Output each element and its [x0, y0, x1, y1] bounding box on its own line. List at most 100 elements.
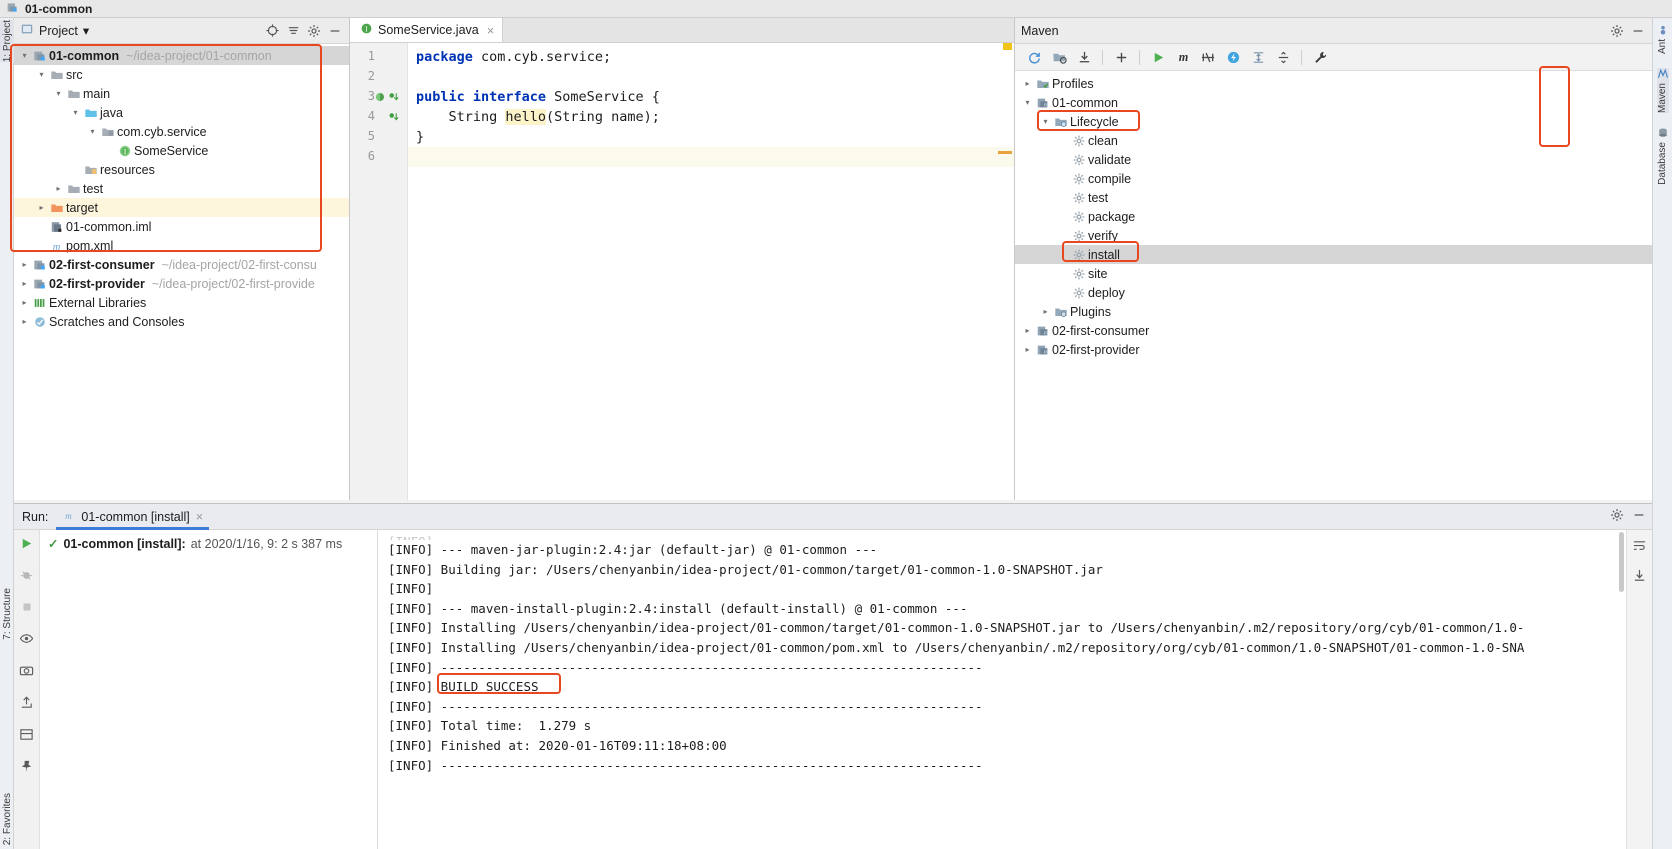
console-scrollbar[interactable] — [1619, 532, 1624, 592]
stop-icon[interactable] — [20, 600, 34, 617]
pin-icon[interactable] — [19, 759, 34, 777]
project-tree-item-external-libraries[interactable]: ▸ External Libraries — [14, 293, 349, 312]
disclosure-arrow-icon[interactable]: ▾ — [1021, 98, 1034, 107]
maven-tree-item-clean[interactable]: ▸ clean — [1015, 131, 1652, 150]
run-icon[interactable] — [1147, 47, 1169, 67]
close-icon[interactable]: × — [196, 510, 203, 524]
minimize-icon[interactable] — [1632, 508, 1646, 525]
bookmark-green-icon[interactable] — [374, 91, 386, 106]
scroll-to-end-icon[interactable] — [1632, 568, 1647, 586]
run-tab-01-common-install[interactable]: m 01-common [install] × — [56, 504, 209, 530]
reload-icon[interactable] — [1023, 47, 1045, 67]
maven-tree-item-lifecycle[interactable]: ▾ Lifecycle — [1015, 112, 1652, 131]
project-tree-item-pom-xml[interactable]: ▸ m pom.xml — [14, 236, 349, 255]
gear-icon[interactable] — [306, 23, 322, 39]
generate-sources-icon[interactable] — [1048, 47, 1070, 67]
project-tree-item-main[interactable]: ▾ main — [14, 84, 349, 103]
disclosure-arrow-icon[interactable]: ▸ — [18, 279, 31, 288]
project-tree-item-02-first-consumer[interactable]: ▸ 02-first-consumer ~/idea-project/02-firs… — [14, 255, 349, 274]
disclosure-arrow-icon[interactable]: ▸ — [1057, 136, 1070, 145]
sidebar-tab-database[interactable]: Database — [1657, 127, 1669, 185]
maven-tree-item-plugins[interactable]: ▸ Plugins — [1015, 302, 1652, 321]
disclosure-arrow-icon[interactable]: ▸ — [1057, 231, 1070, 240]
maven-tree-item-validate[interactable]: ▸ validate — [1015, 150, 1652, 169]
disclosure-arrow-icon[interactable]: ▸ — [1021, 345, 1034, 354]
sidebar-tab-ant[interactable]: Ant — [1657, 24, 1669, 54]
maven-tree-item-site[interactable]: ▸ site — [1015, 264, 1652, 283]
minimize-icon[interactable] — [1630, 23, 1646, 39]
implemented-method-icon[interactable] — [388, 111, 400, 126]
disclosure-arrow-icon[interactable]: ▸ — [103, 146, 116, 155]
editor-gutter[interactable]: 1 2 3 4 5 6 — [350, 43, 408, 500]
project-tree[interactable]: ▾ 01-common ~/idea-project/01-common ▾ src ▾ m… — [14, 44, 349, 331]
gear-icon[interactable] — [1609, 23, 1625, 39]
disclosure-arrow-icon[interactable]: ▸ — [1039, 307, 1052, 316]
disclosure-arrow-icon[interactable]: ▸ — [52, 184, 65, 193]
collapse-all-icon[interactable] — [1272, 47, 1294, 67]
camera-icon[interactable] — [19, 663, 34, 681]
add-icon[interactable] — [1110, 47, 1132, 67]
disclosure-arrow-icon[interactable]: ▸ — [1057, 288, 1070, 297]
disclosure-arrow-icon[interactable]: ▾ — [1039, 117, 1052, 126]
debug-icon[interactable] — [19, 568, 34, 586]
project-tree-item-02-first-provider[interactable]: ▸ 02-first-provider ~/idea-project/02-firs… — [14, 274, 349, 293]
eye-icon[interactable] — [19, 631, 34, 649]
maven-tree-item-compile[interactable]: ▸ compile — [1015, 169, 1652, 188]
disclosure-arrow-icon[interactable]: ▸ — [1057, 212, 1070, 221]
warning-marker-icon[interactable] — [1003, 43, 1012, 50]
locate-icon[interactable] — [264, 23, 280, 39]
console-output[interactable]: [INFO] [INFO] --- maven-jar-plugin:2.4:ja… — [378, 530, 1626, 849]
maven-tree-item-01-common[interactable]: ▾ m 01-common — [1015, 93, 1652, 112]
disclosure-arrow-icon[interactable]: ▸ — [1057, 155, 1070, 164]
editor-tab-someservice[interactable]: I SomeService.java × — [350, 18, 504, 42]
rerun-icon[interactable] — [19, 536, 34, 554]
wrap-text-icon[interactable] — [1632, 538, 1647, 556]
disclosure-arrow-icon[interactable]: ▸ — [35, 241, 48, 250]
disclosure-arrow-icon[interactable]: ▸ — [1057, 174, 1070, 183]
disclosure-arrow-icon[interactable]: ▸ — [69, 165, 82, 174]
sidebar-tab-structure[interactable]: 7: Structure — [2, 588, 13, 640]
maven-tree-item-deploy[interactable]: ▸ deploy — [1015, 283, 1652, 302]
collapse-all-icon[interactable] — [285, 23, 301, 39]
maven-tree-item-02-first-consumer[interactable]: ▸ m 02-first-consumer — [1015, 321, 1652, 340]
change-marker-icon[interactable] — [998, 151, 1012, 154]
project-tree-item-someservice[interactable]: ▸ISomeService — [14, 141, 349, 160]
project-tree-item-scratches-and-consoles[interactable]: ▸ Scratches and Consoles — [14, 312, 349, 331]
disclosure-arrow-icon[interactable]: ▸ — [1057, 269, 1070, 278]
project-tree-item-src[interactable]: ▾ src — [14, 65, 349, 84]
run-tree-row[interactable]: ✓ 01-common [install]: at 2020/1/16, 9: … — [40, 536, 377, 552]
implemented-icon[interactable] — [388, 91, 400, 106]
project-tree-item-java[interactable]: ▾ java — [14, 103, 349, 122]
disclosure-arrow-icon[interactable]: ▾ — [18, 51, 31, 60]
sidebar-tab-project[interactable]: 1: Project — [0, 20, 14, 63]
run-tree[interactable]: ✓ 01-common [install]: at 2020/1/16, 9: … — [40, 530, 378, 849]
project-tree-item-target[interactable]: ▸ target — [14, 198, 349, 217]
layout-icon[interactable] — [19, 727, 34, 745]
project-tree-item-01-common-iml[interactable]: ▸ 01-common.iml — [14, 217, 349, 236]
project-tree-item-test[interactable]: ▸ test — [14, 179, 349, 198]
chevron-down-icon[interactable]: ▾ — [83, 23, 89, 38]
disclosure-arrow-icon[interactable]: ▸ — [18, 298, 31, 307]
minimize-icon[interactable] — [327, 23, 343, 39]
disclosure-arrow-icon[interactable]: ▸ — [18, 260, 31, 269]
project-tree-item-com-cyb-service[interactable]: ▾ com.cyb.service — [14, 122, 349, 141]
export-icon[interactable] — [19, 695, 34, 713]
maven-tree-item-install[interactable]: ▸ install — [1015, 245, 1652, 264]
disclosure-arrow-icon[interactable]: ▸ — [35, 222, 48, 231]
disclosure-arrow-icon[interactable]: ▾ — [69, 108, 82, 117]
disclosure-arrow-icon[interactable]: ▸ — [1057, 193, 1070, 202]
sidebar-tab-maven[interactable]: Maven — [1656, 68, 1669, 114]
project-tree-item-01-common[interactable]: ▾ 01-common ~/idea-project/01-common — [14, 46, 349, 65]
skip-tests-icon[interactable] — [1197, 47, 1219, 67]
maven-tree-item-profiles[interactable]: ▸ Profiles — [1015, 74, 1652, 93]
disclosure-arrow-icon[interactable]: ▾ — [52, 89, 65, 98]
expand-all-icon[interactable] — [1247, 47, 1269, 67]
code-editor[interactable]: package com.cyb.service; public interfac… — [408, 43, 1014, 500]
execute-maven-goal-icon[interactable]: m — [1172, 47, 1194, 67]
disclosure-arrow-icon[interactable]: ▸ — [1021, 79, 1034, 88]
maven-tree-item-test[interactable]: ▸ test — [1015, 188, 1652, 207]
settings-wrench-icon[interactable] — [1309, 47, 1331, 67]
project-tree-item-resources[interactable]: ▸ resources — [14, 160, 349, 179]
disclosure-arrow-icon[interactable]: ▾ — [35, 70, 48, 79]
disclosure-arrow-icon[interactable]: ▸ — [1057, 250, 1070, 259]
